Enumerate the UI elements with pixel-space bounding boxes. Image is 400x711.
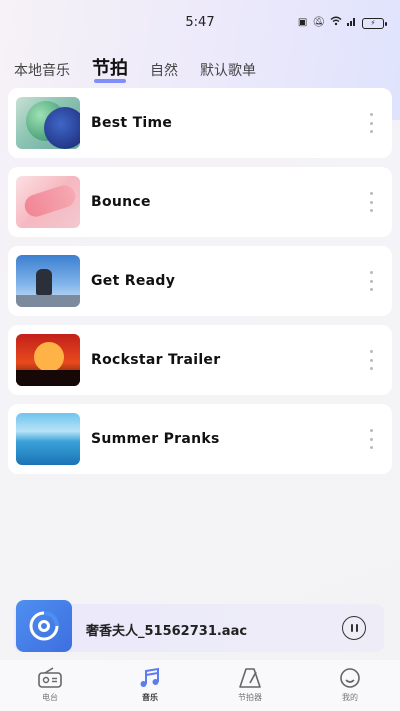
track-cover [16,255,80,307]
bottom-nav: 电台 音乐 节拍器 我的 [0,660,400,711]
nav-music[interactable]: 音乐 [120,667,180,703]
radio-icon [38,667,62,688]
track-cover [16,176,80,228]
player-cover[interactable] [16,600,72,652]
status-bar: 5:47 ▣ 🔕︎ ⚡︎ [0,0,400,46]
track-title: Summer Pranks [91,431,220,447]
music-note-icon [140,667,159,687]
tab-nature[interactable]: 自然 [150,60,178,80]
status-time: 5:47 [185,14,215,30]
list-item[interactable]: Summer Pranks [8,404,392,474]
track-cover [16,97,80,149]
track-title: Rockstar Trailer [91,352,221,368]
more-options-icon[interactable] [368,113,374,133]
tab-local-music[interactable]: 本地音乐 [14,60,70,80]
nav-label: 我的 [342,693,358,702]
profile-icon [340,668,360,688]
track-title: Best Time [91,115,173,131]
track-title: Bounce [91,194,151,210]
disc-icon [29,611,59,641]
category-tabs: 本地音乐 节拍 自然 默认歌单 [14,52,278,83]
sim-icon: ▣ [297,17,308,28]
more-options-icon[interactable] [368,271,374,291]
more-options-icon[interactable] [368,429,374,449]
more-options-icon[interactable] [368,350,374,370]
list-item[interactable]: Rockstar Trailer [8,325,392,395]
mute-icon: 🔕︎ [312,17,325,28]
track-cover [16,413,80,465]
mini-player[interactable]: 奢香夫人_51562731.aac [14,600,384,652]
track-cover [16,334,80,386]
metronome-icon [239,668,261,688]
list-item[interactable]: Best Time [8,88,392,158]
tab-default-playlist[interactable]: 默认歌单 [200,60,256,80]
status-icons: ▣ 🔕︎ ⚡︎ [297,16,387,30]
list-item[interactable]: Bounce [8,167,392,237]
list-item[interactable]: Get Ready [8,246,392,316]
track-list: Best Time Bounce Get Ready Rockstar Trai… [8,88,392,483]
nav-label: 节拍器 [238,693,262,702]
nav-metronome[interactable]: 节拍器 [220,667,280,703]
nav-profile[interactable]: 我的 [320,667,380,703]
signal-icon [347,16,357,30]
nav-radio[interactable]: 电台 [20,667,80,703]
more-options-icon[interactable] [368,192,374,212]
wifi-icon [330,16,342,30]
now-playing-title: 奢香夫人_51562731.aac [86,624,248,639]
nav-label: 音乐 [142,693,158,702]
nav-label: 电台 [42,693,58,702]
battery-icon: ⚡︎ [362,17,387,29]
track-title: Get Ready [91,273,176,289]
tab-beat[interactable]: 节拍 [92,54,128,83]
pause-button[interactable] [342,616,366,640]
